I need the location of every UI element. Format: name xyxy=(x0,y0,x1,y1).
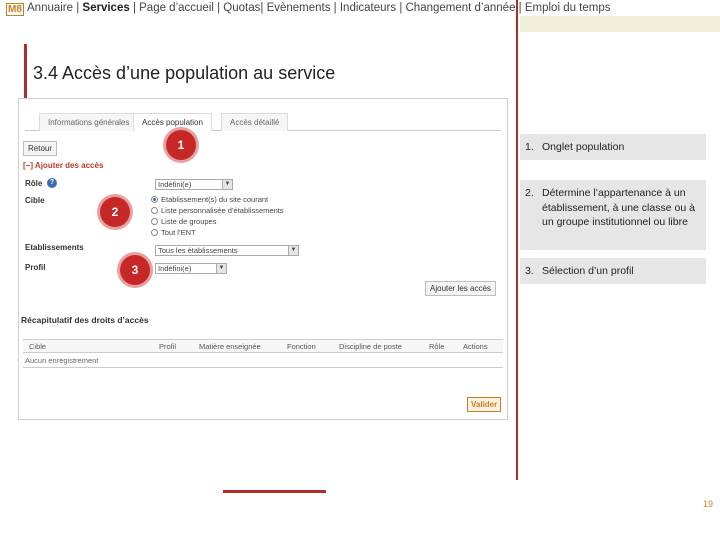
grid-header-actions[interactable]: Actions xyxy=(463,342,488,351)
nav-item-annuaire[interactable]: Annuaire | xyxy=(27,2,82,14)
grid-header-discipline[interactable]: Discipline de poste xyxy=(339,342,402,351)
radio[interactable] xyxy=(151,218,158,225)
nav-item-services[interactable]: Services xyxy=(82,2,129,14)
establishments-label: Etablissements xyxy=(25,243,84,252)
chevron-down-icon: ▼ xyxy=(222,180,232,189)
callout-3: 3. Sélection d’un profil xyxy=(520,258,706,284)
callout-text: Onglet population xyxy=(542,141,625,153)
marker-2: 2 xyxy=(100,197,130,227)
nav-item-others[interactable]: | Page d’accueil | Quotas| Evènements | … xyxy=(130,2,611,14)
callout-number: 3. xyxy=(525,265,534,277)
profile-select[interactable]: Indéfini(e) ▼ xyxy=(155,263,227,274)
callout-2: 2. Détermine l’appartenance à un établis… xyxy=(520,180,706,250)
radio[interactable] xyxy=(151,207,158,214)
add-access-section[interactable]: [−] Ajouter des accès xyxy=(23,161,103,170)
tab-bar: Informations générales Accès population … xyxy=(25,111,501,131)
radio-selected[interactable] xyxy=(151,196,158,203)
radio[interactable] xyxy=(151,229,158,236)
grid-header-cible[interactable]: Cible xyxy=(29,342,46,351)
help-icon[interactable]: ? xyxy=(47,178,57,188)
title-rule xyxy=(24,44,27,104)
target-option-site[interactable]: Etablissement(s) du site courant xyxy=(151,195,268,204)
slide-title: 3.4 Accès d’une population au service xyxy=(33,63,336,83)
target-option-label: Etablissement(s) du site courant xyxy=(161,195,269,204)
tab-general-info[interactable]: Informations générales xyxy=(39,113,139,131)
grid-empty-message: Aucun enregistrement xyxy=(25,356,99,365)
vertical-divider xyxy=(516,0,518,480)
role-label: Rôle xyxy=(25,179,43,188)
tab-detailed-access[interactable]: Accès détaillé xyxy=(221,113,289,131)
page-number: 19 xyxy=(703,499,714,509)
back-button[interactable]: Retour xyxy=(23,141,58,156)
logo: M8 xyxy=(6,3,24,16)
bottom-rule xyxy=(223,490,326,493)
target-label: Cible xyxy=(25,196,45,205)
callout-text: Sélection d’un profil xyxy=(542,265,634,277)
role-select-value: Indéfini(e) xyxy=(158,180,192,189)
marker-3: 3 xyxy=(120,255,150,285)
tab-population-access[interactable]: Accès population xyxy=(133,113,212,131)
profile-select-value: Indéfini(e) xyxy=(158,264,192,273)
establishments-select-value: Tous les établissements xyxy=(158,246,238,255)
callout-number: 2. xyxy=(525,187,534,199)
target-option-groups[interactable]: Liste de groupes xyxy=(151,217,216,226)
rights-grid-header: Cible Profil Matière enseignée Fonction … xyxy=(23,339,503,353)
grid-header-role[interactable]: Rôle xyxy=(429,342,444,351)
topbar-shade xyxy=(520,16,720,32)
validate-button[interactable]: Valider xyxy=(467,397,502,412)
grid-divider xyxy=(23,367,503,368)
nav-menu: Annuaire | Services | Page d’accueil | Q… xyxy=(27,2,611,14)
profile-label: Profil xyxy=(25,263,46,272)
establishments-select[interactable]: Tous les établissements ▼ xyxy=(155,245,299,256)
grid-header-profil[interactable]: Profil xyxy=(159,342,176,351)
app-screenshot: Informations générales Accès population … xyxy=(18,98,508,420)
target-option-custom-list[interactable]: Liste personnalisée d’établissements xyxy=(151,206,284,215)
callout-number: 1. xyxy=(525,141,534,153)
target-option-whole-ent[interactable]: Tout l’ENT xyxy=(151,228,196,237)
grid-header-fonction[interactable]: Fonction xyxy=(287,342,316,351)
add-access-button[interactable]: Ajouter les accès xyxy=(425,281,496,296)
chevron-down-icon: ▼ xyxy=(288,246,298,255)
role-select[interactable]: Indéfini(e) ▼ xyxy=(155,179,233,190)
summary-title: Récapitulatif des droits d’accès xyxy=(21,315,149,325)
target-option-label: Liste de groupes xyxy=(161,217,217,226)
callout-1: 1. Onglet population xyxy=(520,134,706,160)
chevron-down-icon: ▼ xyxy=(216,264,226,273)
marker-1: 1 xyxy=(166,130,196,160)
callout-text: Détermine l’appartenance à un établissem… xyxy=(542,187,695,228)
target-option-label: Liste personnalisée d’établissements xyxy=(161,206,284,215)
grid-header-matiere[interactable]: Matière enseignée xyxy=(199,342,261,351)
target-option-label: Tout l’ENT xyxy=(161,228,196,237)
top-navigation: M8 Annuaire | Services | Page d’accueil … xyxy=(0,0,720,32)
